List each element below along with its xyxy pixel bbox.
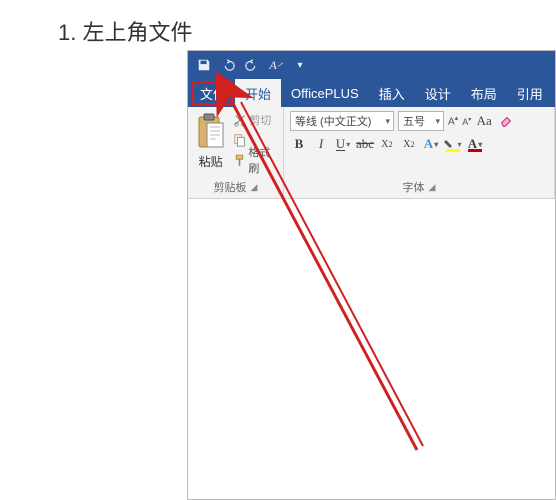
- paste-label: 粘贴: [199, 153, 223, 170]
- subscript-button[interactable]: X2: [378, 135, 396, 153]
- tab-home[interactable]: 开始: [235, 79, 281, 107]
- ribbon: 粘贴 剪切 格式刷 剪贴板: [188, 107, 555, 199]
- font-size-combo[interactable]: 五号: [398, 111, 444, 131]
- word-window: A↗ ▾ 文件 开始 OfficePLUS 插入 设计 布局 引用 粘贴 剪切: [187, 50, 556, 500]
- font-group: 等线 (中文正文) 五号 A▴ A▾ Aa B I U▾ abc X2 X2: [284, 107, 555, 198]
- quick-access-toolbar: A↗ ▾: [188, 51, 555, 79]
- bold-button[interactable]: B: [290, 135, 308, 153]
- strikethrough-button[interactable]: abc: [356, 135, 374, 153]
- clipboard-icon: [195, 113, 227, 151]
- tab-layout[interactable]: 布局: [461, 79, 507, 107]
- eraser-icon: [499, 114, 513, 128]
- tab-file[interactable]: 文件: [192, 81, 234, 105]
- cut-label: 剪切: [249, 112, 271, 128]
- font-color-button[interactable]: A▾: [466, 135, 484, 153]
- highlighter-icon: [444, 139, 456, 149]
- clipboard-group: 粘贴 剪切 格式刷 剪贴板: [188, 107, 284, 198]
- cut-button[interactable]: 剪切: [233, 111, 279, 129]
- qat-dropdown-icon[interactable]: ▾: [292, 57, 308, 73]
- text-effects-button[interactable]: A▾: [422, 135, 440, 153]
- dialog-launcher-icon[interactable]: ◢: [251, 182, 258, 193]
- menu-bar: 文件 开始 OfficePLUS 插入 设计 布局 引用: [188, 79, 555, 107]
- scissors-icon: [233, 113, 247, 127]
- clear-format-icon[interactable]: A↗: [268, 57, 284, 73]
- underline-button[interactable]: U▾: [334, 135, 352, 153]
- save-icon[interactable]: [196, 57, 212, 73]
- change-case-button[interactable]: Aa: [475, 112, 493, 130]
- undo-icon[interactable]: [220, 57, 236, 73]
- format-painter-label: 格式刷: [248, 144, 279, 176]
- copy-icon: [233, 133, 247, 147]
- tab-references[interactable]: 引用: [507, 79, 553, 107]
- document-area[interactable]: [188, 199, 555, 499]
- italic-button[interactable]: I: [312, 135, 330, 153]
- redo-icon[interactable]: [244, 57, 260, 73]
- grow-font-button[interactable]: A▴: [448, 114, 458, 127]
- brush-icon: [233, 153, 246, 167]
- shrink-font-button[interactable]: A▾: [462, 116, 471, 127]
- highlight-button[interactable]: ▾: [444, 135, 462, 153]
- step-instruction: 1. 左上角文件: [58, 15, 192, 47]
- paste-button[interactable]: 粘贴: [192, 109, 229, 170]
- font-name-combo[interactable]: 等线 (中文正文): [290, 111, 394, 131]
- format-painter-button[interactable]: 格式刷: [233, 151, 279, 169]
- clear-formatting-button[interactable]: [497, 112, 515, 130]
- tab-insert[interactable]: 插入: [369, 79, 415, 107]
- tab-officeplus[interactable]: OfficePLUS: [281, 79, 369, 107]
- superscript-button[interactable]: X2: [400, 135, 418, 153]
- clipboard-group-label: 剪贴板 ◢: [188, 177, 283, 198]
- dialog-launcher-icon[interactable]: ◢: [429, 182, 436, 193]
- font-group-label: 字体 ◢: [284, 177, 554, 198]
- tab-design[interactable]: 设计: [415, 79, 461, 107]
